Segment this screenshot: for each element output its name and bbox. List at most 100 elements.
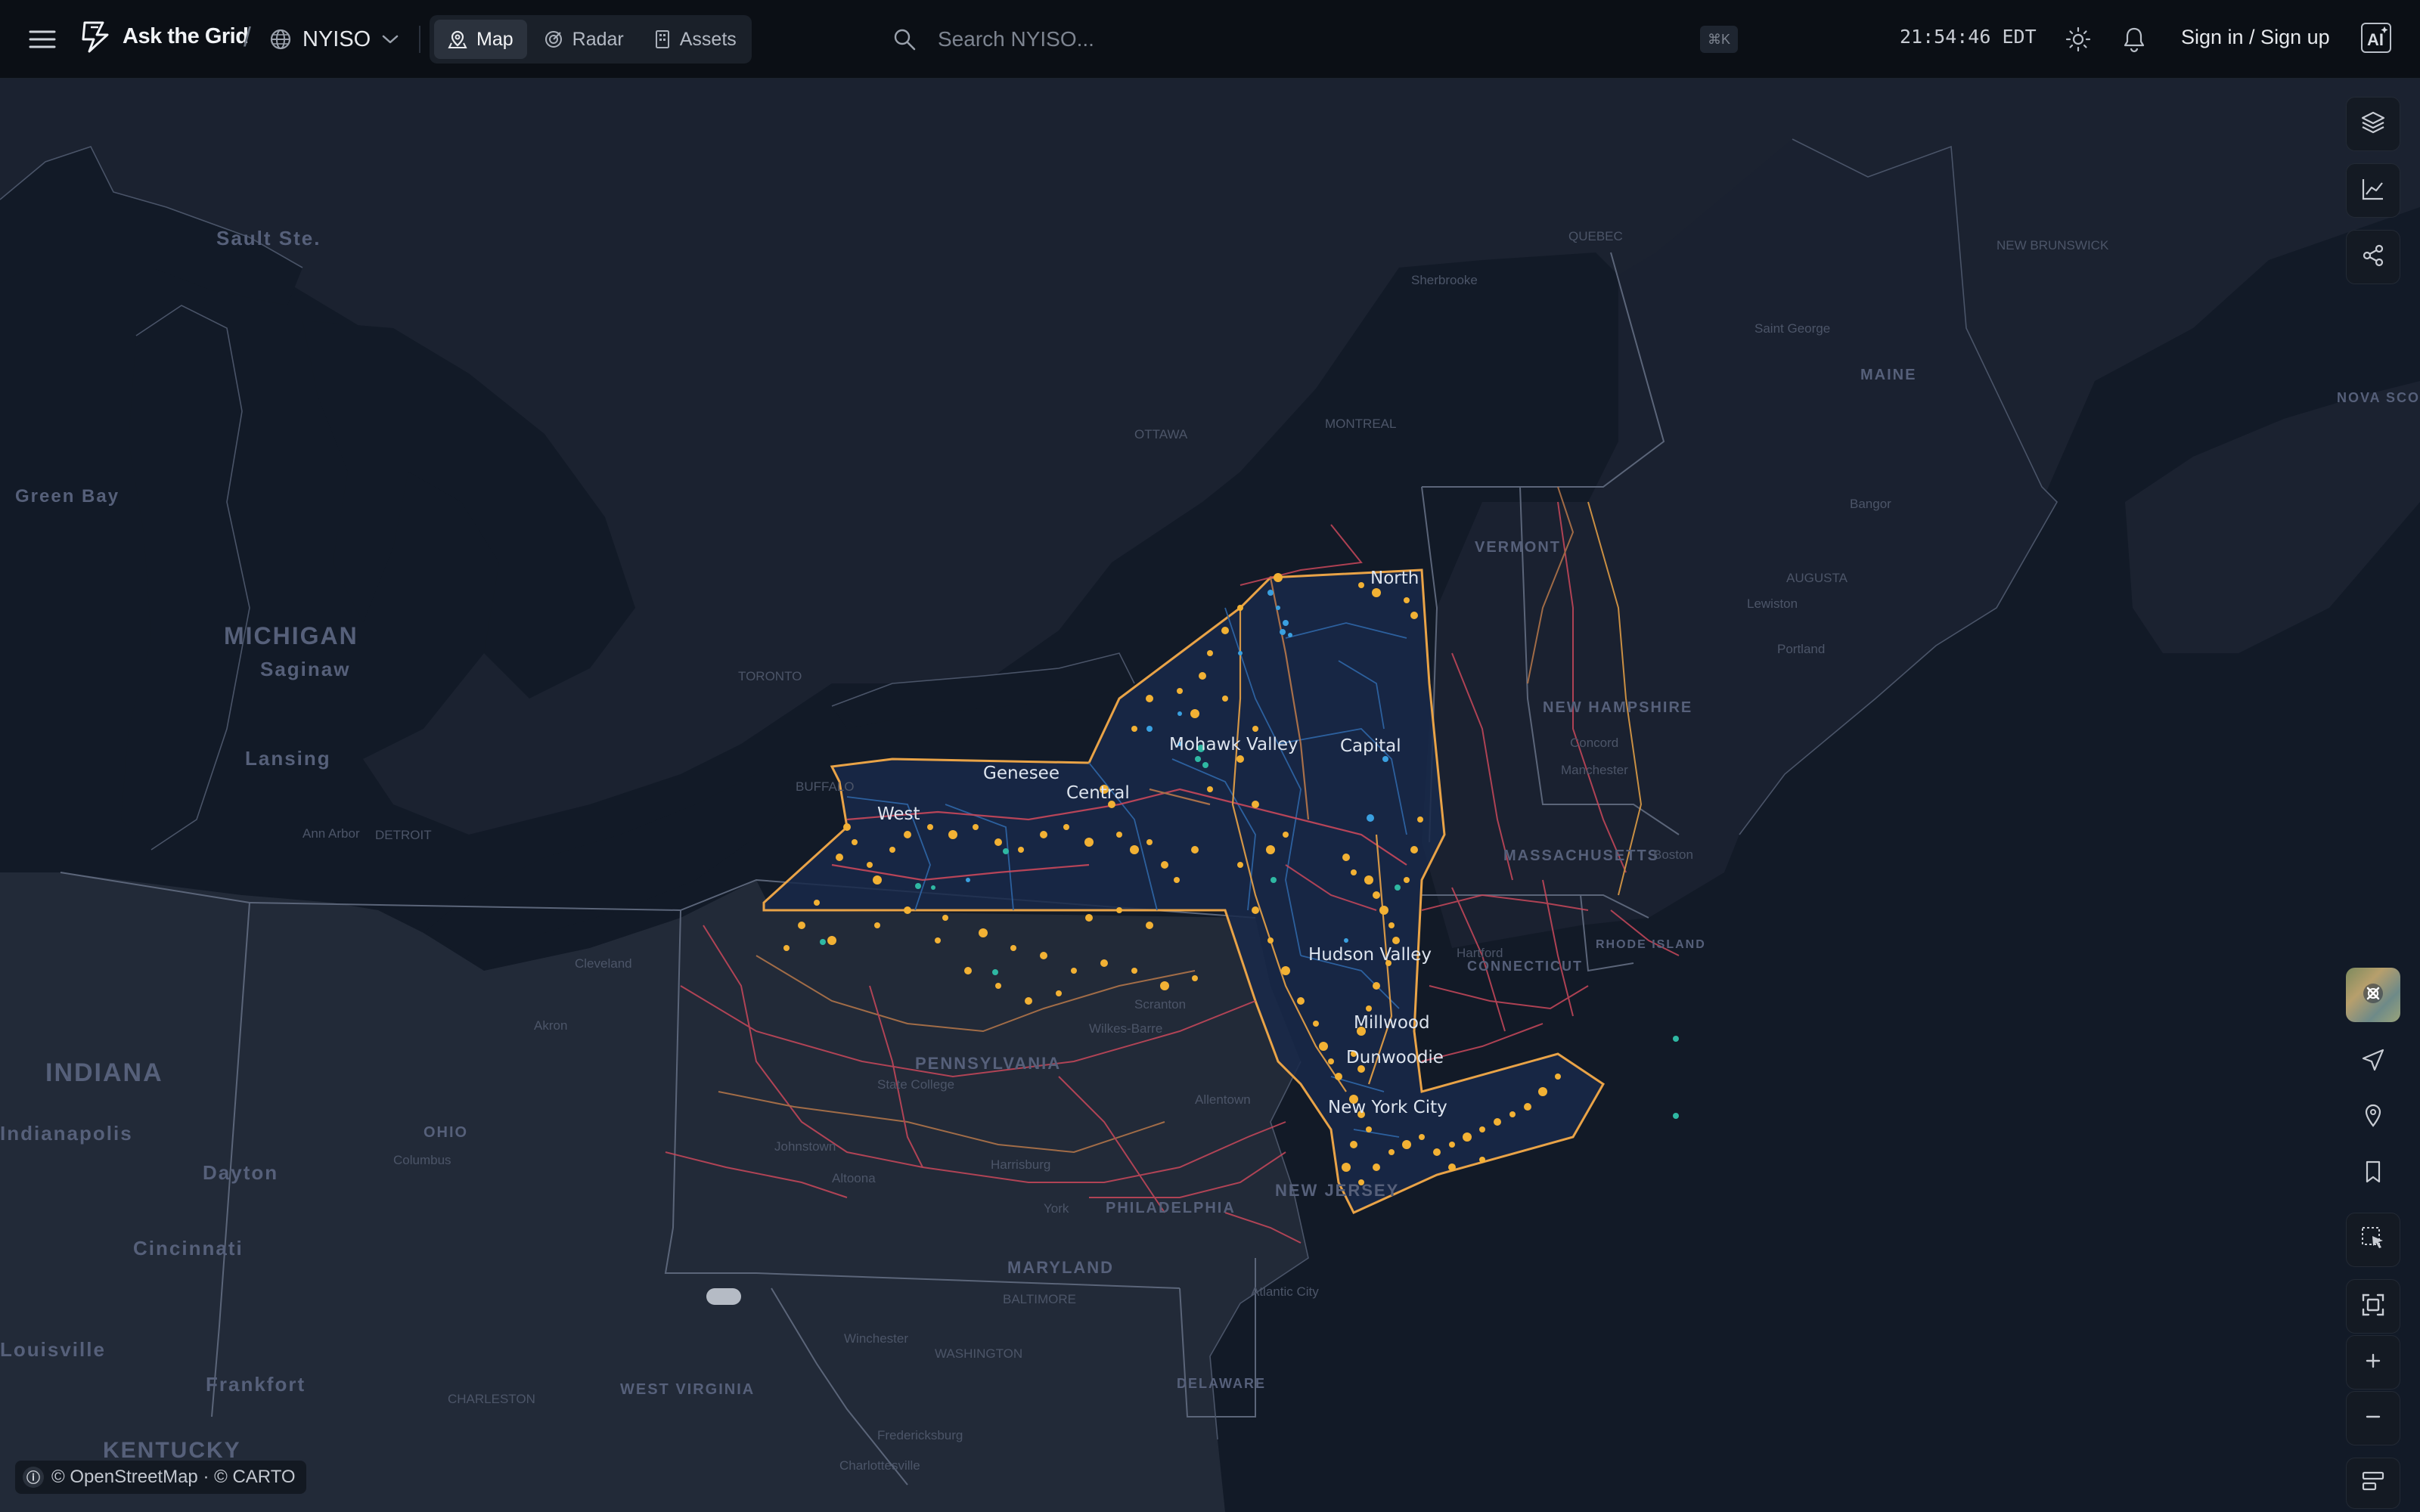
basemap-toggle[interactable] xyxy=(2346,968,2400,1022)
tab-map-label: Map xyxy=(476,28,513,50)
svg-text:AI: AI xyxy=(2367,30,2384,49)
region-name: NYISO xyxy=(302,26,371,51)
place-label: MONTREAL xyxy=(1325,417,1396,431)
search-bar[interactable]: ⌘K xyxy=(892,20,1744,59)
bell-icon[interactable] xyxy=(2118,23,2151,56)
tab-map[interactable]: Map xyxy=(434,20,527,59)
info-icon[interactable]: ⓘ xyxy=(23,1467,44,1488)
zone-label-mohawk-valley: Mohawk Valley xyxy=(1169,735,1298,754)
locate-icon xyxy=(2360,1047,2386,1077)
place-label: PENNSYLVANIA xyxy=(915,1054,1061,1073)
place-label: Sault Ste. xyxy=(216,227,321,249)
plus-icon xyxy=(2363,1350,2384,1375)
tab-assets[interactable]: Assets xyxy=(641,20,750,59)
place-label: Sherbrooke xyxy=(1411,273,1478,287)
place-label: Dayton xyxy=(203,1161,278,1184)
place-label: Scranton xyxy=(1134,997,1186,1012)
minus-icon xyxy=(2363,1406,2384,1431)
chart-icon xyxy=(2360,176,2386,206)
legend-icon xyxy=(2360,1469,2386,1498)
top-bar: Ask the Grid / NYISO Map Radar Assets Se… xyxy=(0,0,2420,79)
zone-label-hudson-valley: Hudson Valley xyxy=(1308,945,1432,965)
brand-name: Ask the Grid xyxy=(123,23,249,48)
breadcrumb-separator: / xyxy=(244,21,252,52)
zone-label-north: North xyxy=(1370,569,1419,588)
view-tabs: Map Radar Assets xyxy=(430,15,752,64)
place-label: Allentown xyxy=(1195,1092,1251,1107)
select-icon xyxy=(2360,1225,2386,1255)
zone-label-central: Central xyxy=(1066,783,1130,803)
zoom-out-button[interactable] xyxy=(2346,1391,2400,1445)
share-icon xyxy=(2360,243,2386,272)
sun-icon[interactable] xyxy=(2062,23,2095,56)
attribution: ⓘ © OpenStreetMap · © CARTO xyxy=(15,1461,306,1494)
place-label: MAINE xyxy=(1860,367,1916,383)
building-icon xyxy=(654,29,671,49)
place-label: Johnstown xyxy=(774,1139,836,1154)
place-label: MASSACHUSETTS xyxy=(1503,847,1659,864)
fit-button[interactable] xyxy=(2346,1279,2400,1334)
place-label: Frankfort xyxy=(206,1373,306,1396)
chevron-down-icon xyxy=(381,33,399,45)
place-label: NEW JERSEY xyxy=(1275,1181,1399,1200)
place-label: Atlantic City xyxy=(1251,1284,1319,1299)
scale-indicator xyxy=(706,1288,741,1305)
place-label: Lansing xyxy=(245,747,331,770)
place-label: Indianapolis xyxy=(0,1122,133,1145)
bookmark-icon xyxy=(2360,1159,2386,1188)
zoom-in-button[interactable] xyxy=(2346,1335,2400,1390)
globe-icon xyxy=(269,28,292,51)
place-label: BUFFALO xyxy=(796,779,854,794)
place-label: DETROIT xyxy=(375,828,432,842)
place-label: MICHIGAN xyxy=(224,622,358,649)
place-label: Fredericksburg xyxy=(877,1428,963,1442)
place-label: WEST VIRGINIA xyxy=(620,1381,755,1398)
select-button[interactable] xyxy=(2346,1213,2400,1267)
place-label: Cleveland xyxy=(575,956,632,971)
place-label: DELAWARE xyxy=(1177,1376,1266,1391)
search-icon xyxy=(892,27,917,51)
layers-button[interactable] xyxy=(2346,97,2400,151)
zone-label-dunwoodie: Dunwoodie xyxy=(1346,1048,1444,1067)
bookmark-button[interactable] xyxy=(2346,1146,2400,1201)
place-label: Boston xyxy=(1653,847,1693,862)
place-label: NEW HAMPSHIRE xyxy=(1543,699,1692,716)
map-pin-icon xyxy=(448,29,467,49)
place-label: Wilkes-Barre xyxy=(1089,1021,1162,1036)
zone-label-west: West xyxy=(877,804,920,824)
place-label: Akron xyxy=(534,1018,567,1033)
place-label: NEW BRUNSWICK xyxy=(1996,238,2109,253)
map-canvas[interactable]: North Genesee West Central Mohawk Valley… xyxy=(0,79,2420,1512)
locate-button[interactable] xyxy=(2346,1034,2400,1089)
place-label: NOVA SCOTIA xyxy=(2337,390,2420,405)
place-label: KENTUCKY xyxy=(103,1438,241,1463)
zone-label-genesee: Genesee xyxy=(983,764,1060,783)
place-label: OTTAWA xyxy=(1134,427,1188,442)
place-label: Charlottesville xyxy=(839,1458,920,1473)
legend-button[interactable] xyxy=(2346,1458,2400,1509)
chart-button[interactable] xyxy=(2346,163,2400,218)
fit-icon xyxy=(2360,1292,2386,1321)
place-label: OHIO xyxy=(424,1124,468,1141)
share-button[interactable] xyxy=(2346,230,2400,284)
place-label: Saint George xyxy=(1754,321,1830,336)
logo-icon xyxy=(80,20,112,53)
signin-link[interactable]: Sign in / Sign up xyxy=(2181,26,2330,49)
place-label: Lewiston xyxy=(1747,596,1798,611)
brand[interactable]: Ask the Grid xyxy=(80,20,249,53)
place-label: QUEBEC xyxy=(1568,229,1623,243)
region-selector[interactable]: NYISO xyxy=(269,18,399,60)
place-label: Concord xyxy=(1570,736,1618,750)
search-input[interactable] xyxy=(936,26,1620,52)
pin-button[interactable] xyxy=(2346,1090,2400,1145)
place-label: Green Bay xyxy=(15,486,119,507)
place-label: CHARLESTON xyxy=(448,1392,535,1406)
tab-assets-label: Assets xyxy=(679,28,737,50)
place-label: Portland xyxy=(1777,642,1825,656)
ai-assistant-icon[interactable]: AI xyxy=(2358,20,2394,56)
zone-label-nyc: New York City xyxy=(1328,1098,1447,1117)
place-label: Louisville xyxy=(0,1338,106,1361)
place-label: State College xyxy=(877,1077,954,1092)
tab-radar[interactable]: Radar xyxy=(530,20,638,59)
menu-icon[interactable] xyxy=(23,21,62,57)
